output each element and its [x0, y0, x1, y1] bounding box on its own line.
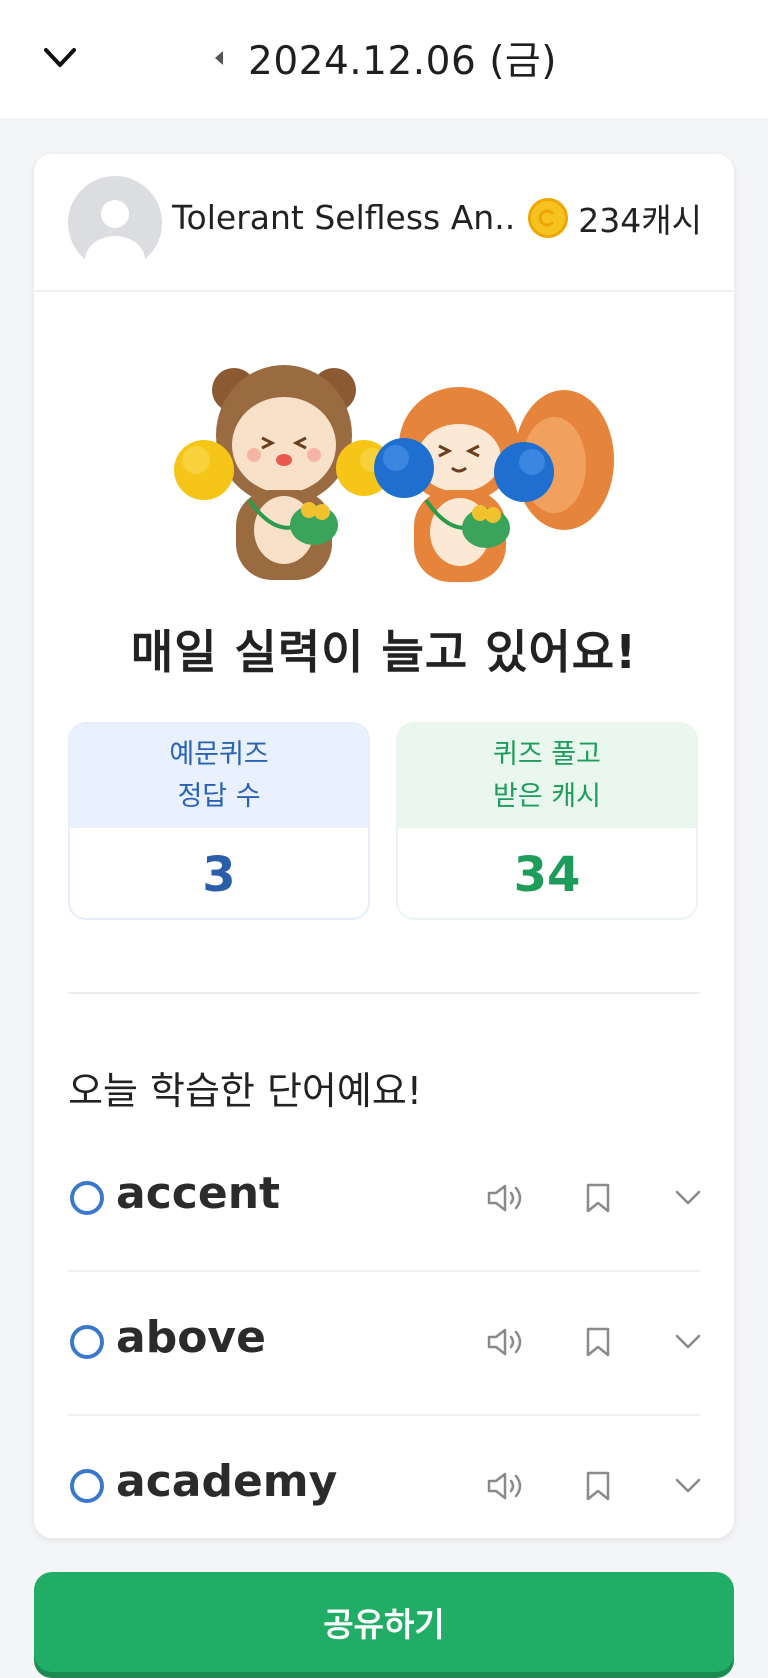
expand-word-button[interactable] [666, 1320, 710, 1364]
learned-circle-icon [70, 1325, 104, 1359]
word-text: accent [116, 1168, 281, 1219]
bookmark-icon [586, 1327, 610, 1357]
learned-circle-icon [70, 1181, 104, 1215]
date-navigator: 2024.12.06 (금) [210, 30, 557, 86]
word-text: academy [116, 1456, 338, 1507]
bookmark-icon [586, 1471, 610, 1501]
chevron-down-icon [675, 1334, 701, 1349]
stat-value: 3 [202, 847, 236, 903]
user-name: Tolerant Selfless An... [172, 198, 512, 237]
pronounce-button[interactable] [484, 1464, 528, 1508]
stat-label-line: 받은 캐시 [493, 781, 601, 812]
word-text: above [116, 1312, 266, 1363]
speaker-icon [487, 1472, 522, 1500]
share-button[interactable]: 공유하기 [34, 1572, 734, 1672]
speaker-icon [487, 1184, 522, 1212]
speaker-icon [487, 1328, 522, 1356]
cash-balance: 234캐시 [528, 194, 702, 242]
pronounce-button[interactable] [484, 1176, 528, 1220]
learned-circle-icon [70, 1469, 104, 1503]
caret-left-icon [215, 51, 223, 65]
stat-label-line: 퀴즈 풀고 [493, 739, 601, 770]
cheering-mascots-illustration [174, 365, 614, 582]
pronounce-button[interactable] [484, 1320, 528, 1364]
default-avatar-icon [85, 200, 145, 270]
stat-label: 퀴즈 풀고 받은 캐시 [398, 724, 696, 828]
collapse-button[interactable] [36, 36, 84, 80]
avatar [68, 176, 162, 270]
current-date: 2024.12.06 (금) [248, 39, 558, 84]
stat-label-line: 정답 수 [177, 781, 261, 812]
coin-icon [528, 198, 569, 238]
chevron-down-icon [675, 1478, 701, 1493]
expand-word-button[interactable] [666, 1176, 710, 1220]
word-row[interactable]: accent [68, 1128, 701, 1272]
encouragement-headline: 매일 실력이 늘고 있어요! [130, 625, 638, 679]
previous-date-button[interactable] [210, 46, 228, 70]
word-row[interactable]: above [68, 1272, 701, 1416]
section-divider [68, 992, 700, 994]
quiz-earned-cash-card: 퀴즈 풀고 받은 캐시 34 [396, 722, 698, 920]
bookmark-button[interactable] [576, 1320, 620, 1364]
learned-words-title: 오늘 학습한 단어예요! [68, 1069, 423, 1113]
bookmark-button[interactable] [576, 1464, 620, 1508]
word-row[interactable]: academy [68, 1416, 701, 1538]
expand-word-button[interactable] [666, 1464, 710, 1508]
stat-value: 34 [513, 847, 581, 903]
stat-label: 예문퀴즈 정답 수 [70, 724, 368, 828]
chevron-down-icon [44, 48, 76, 67]
stat-label-line: 예문퀴즈 [169, 739, 269, 770]
chevron-down-icon [675, 1190, 701, 1205]
top-bar: 2024.12.06 (금) [0, 0, 768, 118]
quiz-correct-count-card: 예문퀴즈 정답 수 3 [68, 722, 370, 920]
bookmark-icon [586, 1183, 610, 1213]
profile-row: Tolerant Selfless An... 234캐시 [34, 154, 734, 292]
daily-report-card: Tolerant Selfless An... 234캐시 매일 실력이 늘고 … [34, 154, 734, 1538]
cash-amount: 234캐시 [578, 201, 702, 240]
bookmark-button[interactable] [576, 1176, 620, 1220]
